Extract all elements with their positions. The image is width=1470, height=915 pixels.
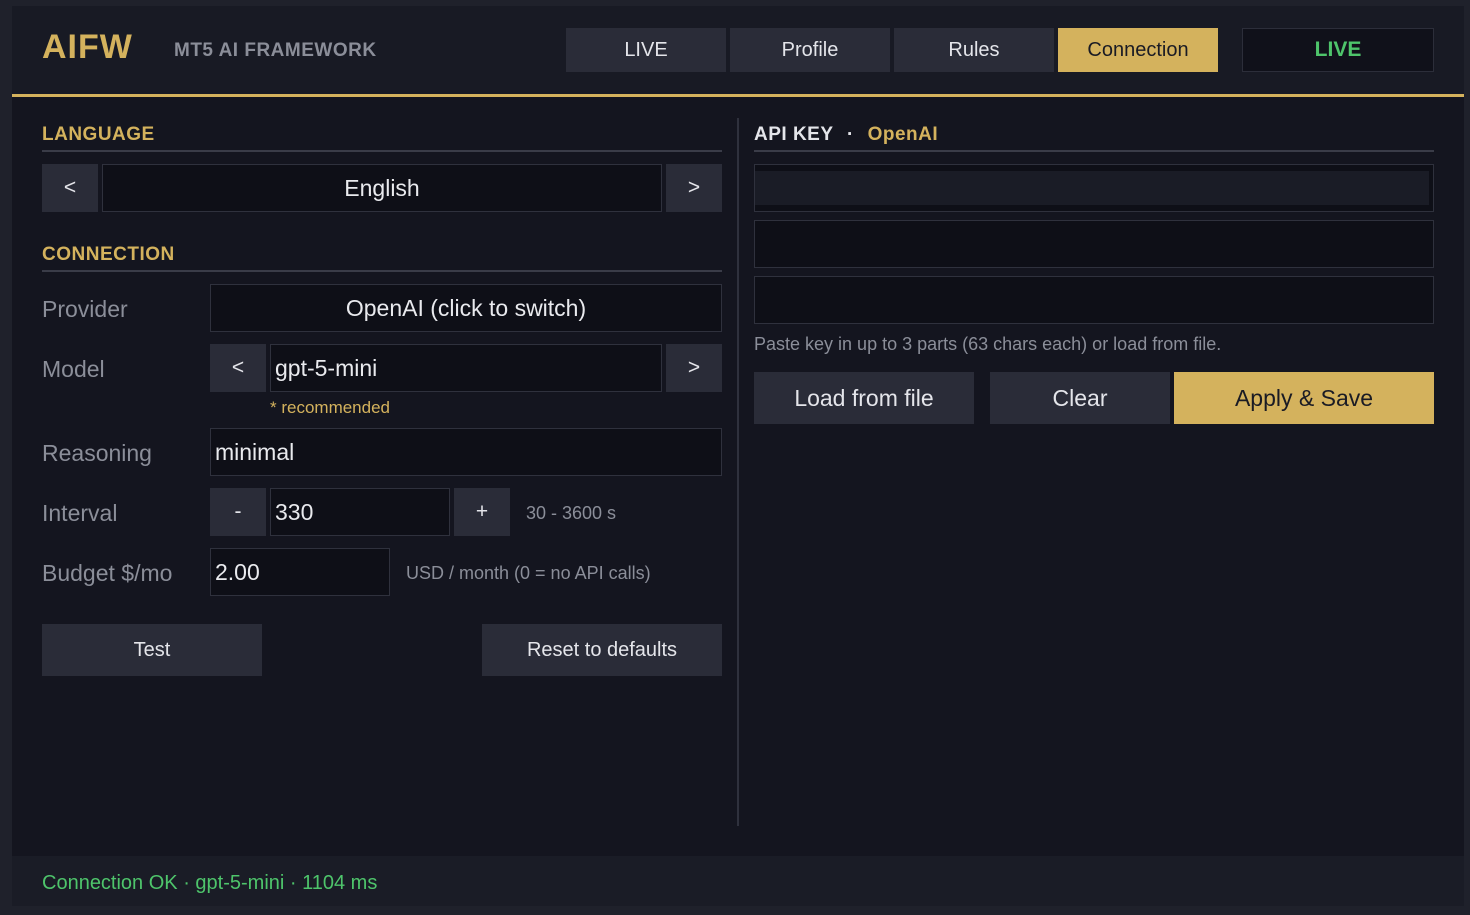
interval-decrement-button[interactable]: -: [210, 488, 266, 536]
tab-profile[interactable]: Profile: [730, 28, 890, 72]
model-recommended-note: * recommended: [270, 398, 391, 417]
api-key-section-rule: [754, 150, 1434, 152]
interval-range-hint: 30 - 3600 s: [526, 503, 617, 523]
provider-switch[interactable]: OpenAI (click to switch): [210, 284, 722, 332]
column-divider: [737, 118, 739, 826]
model-label: Model: [42, 356, 105, 382]
api-key-part-2-input[interactable]: [754, 220, 1434, 268]
window-frame: AIFW MT5 AI FRAMEWORK LIVE Profile Rules…: [0, 0, 1470, 915]
api-key-section-title: API KEY · OpenAI: [754, 124, 938, 146]
apply-save-button[interactable]: Apply & Save: [1174, 372, 1434, 424]
tab-live[interactable]: LIVE: [566, 28, 726, 72]
header: AIFW MT5 AI FRAMEWORK LIVE Profile Rules…: [12, 6, 1464, 94]
tab-connection[interactable]: Connection: [1058, 28, 1218, 72]
api-key-part-3-input[interactable]: [754, 276, 1434, 324]
interval-label: Interval: [42, 500, 118, 526]
interval-input[interactable]: 330: [270, 488, 450, 536]
live-status-badge: LIVE: [1242, 28, 1434, 72]
brand-logo: AIFW: [42, 28, 133, 66]
load-from-file-button[interactable]: Load from file: [754, 372, 974, 424]
budget-hint: USD / month (0 = no API calls): [406, 563, 651, 583]
reasoning-label: Reasoning: [42, 440, 152, 466]
api-key-title: API KEY: [754, 124, 834, 145]
model-value[interactable]: gpt-5-mini: [270, 344, 662, 392]
model-prev-button[interactable]: <: [210, 344, 266, 392]
language-section-rule: [42, 150, 722, 152]
language-value[interactable]: English: [102, 164, 662, 212]
budget-input[interactable]: 2.00: [210, 548, 390, 596]
api-key-part-1-input[interactable]: [754, 164, 1434, 212]
header-divider: [12, 94, 1464, 97]
model-next-button[interactable]: >: [666, 344, 722, 392]
reset-defaults-button[interactable]: Reset to defaults: [482, 624, 722, 676]
connection-section-title: CONNECTION: [42, 244, 175, 265]
connection-section-rule: [42, 270, 722, 272]
app-subtitle: MT5 AI FRAMEWORK: [174, 40, 377, 61]
settings-panel: AIFW MT5 AI FRAMEWORK LIVE Profile Rules…: [12, 6, 1464, 906]
language-next-button[interactable]: >: [666, 164, 722, 212]
api-key-part-1-fill: [755, 171, 1429, 205]
api-key-separator: ·: [846, 124, 854, 145]
provider-label: Provider: [42, 296, 128, 322]
test-button[interactable]: Test: [42, 624, 262, 676]
interval-increment-button[interactable]: +: [454, 488, 510, 536]
reasoning-field[interactable]: minimal: [210, 428, 722, 476]
language-section-title: LANGUAGE: [42, 124, 155, 145]
language-prev-button[interactable]: <: [42, 164, 98, 212]
connection-status-text: Connection OK · gpt-5-mini · 1104 ms: [42, 872, 378, 894]
status-bar: Connection OK · gpt-5-mini · 1104 ms: [12, 856, 1464, 906]
clear-key-button[interactable]: Clear: [990, 372, 1170, 424]
api-key-provider: OpenAI: [867, 124, 939, 145]
budget-label: Budget $/mo: [42, 560, 173, 586]
tab-rules[interactable]: Rules: [894, 28, 1054, 72]
api-key-hint: Paste key in up to 3 parts (63 chars eac…: [754, 334, 1222, 354]
